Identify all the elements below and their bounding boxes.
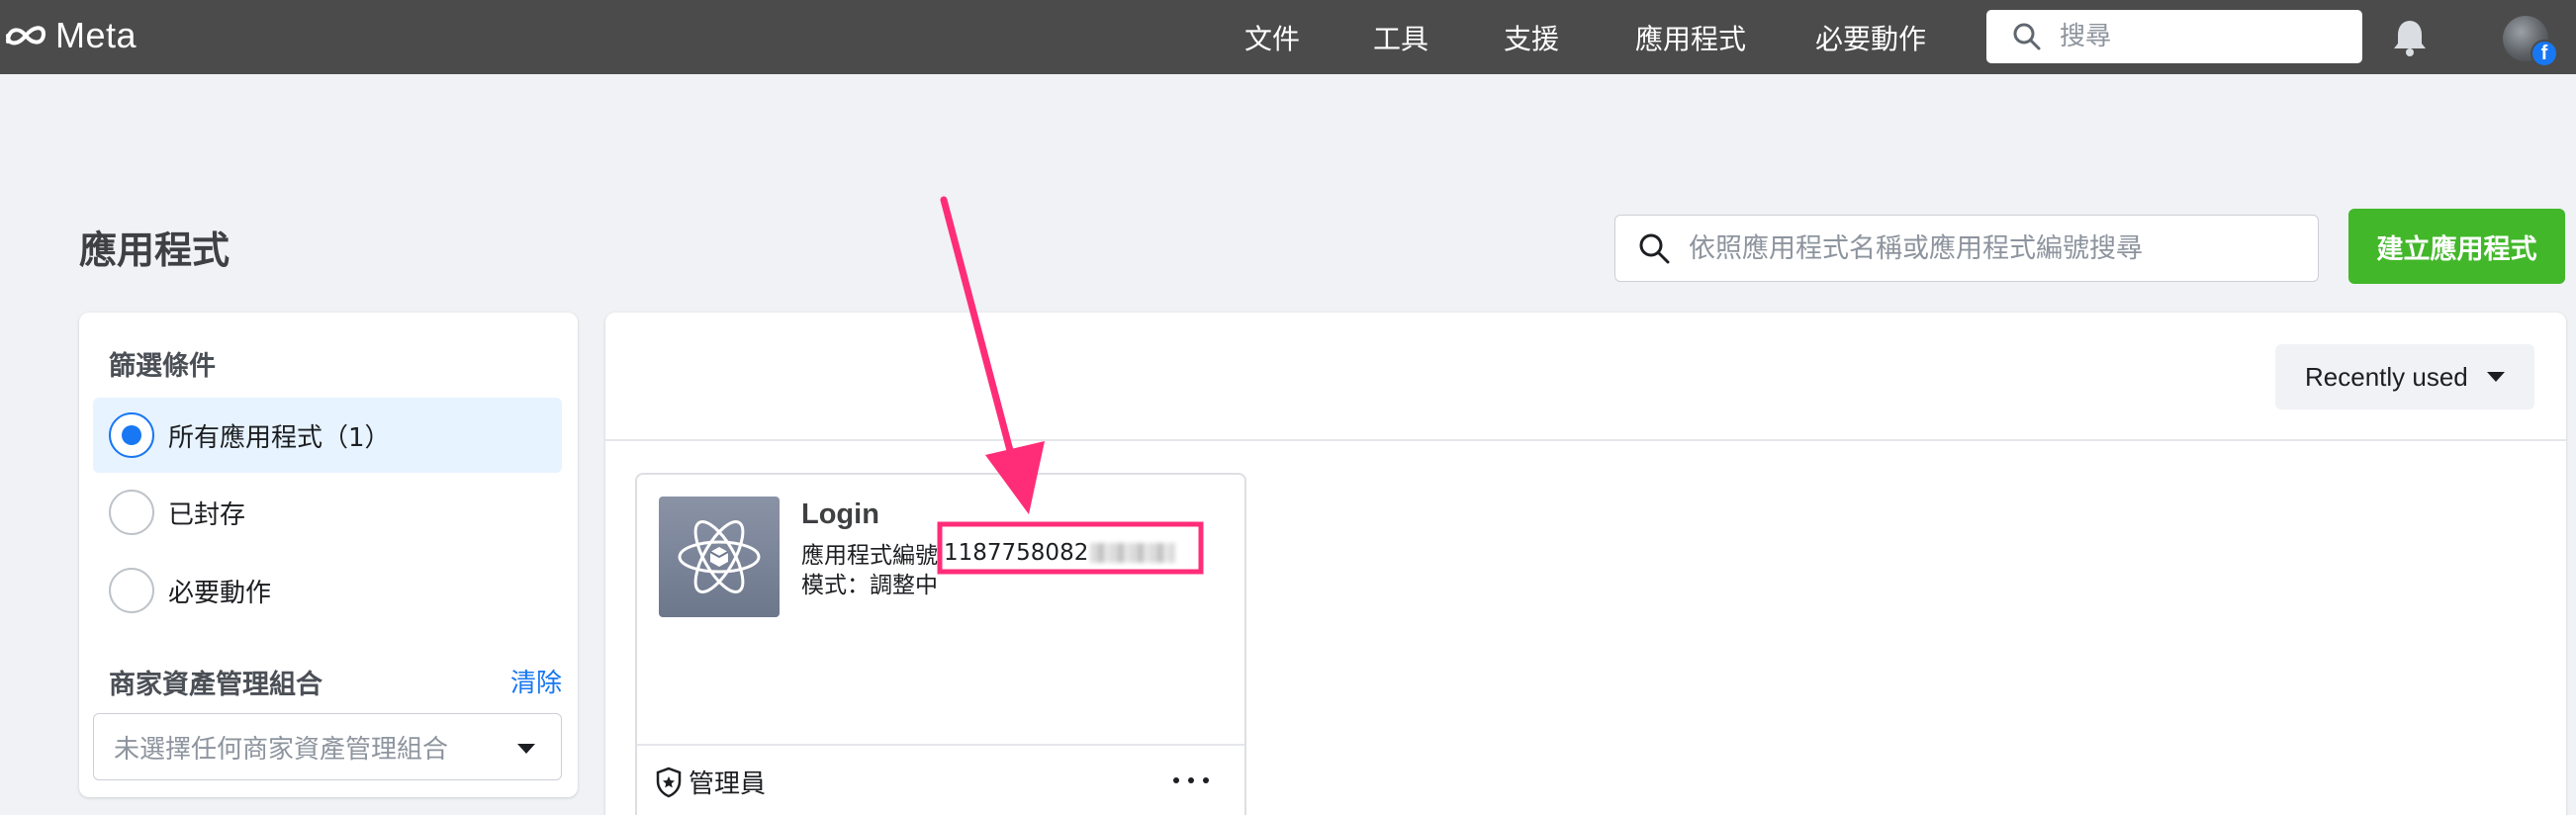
filter-option-label: 必要動作 [168,578,272,608]
filter-title: 篩選條件 [109,351,216,382]
clear-filter-link[interactable]: 清除 [510,663,562,699]
app-search-box[interactable] [1614,215,2319,282]
radio-selected-icon[interactable] [109,412,154,458]
facebook-badge-icon: f [2530,40,2558,67]
nav-link-support[interactable]: 支援 [1504,18,1559,57]
app-name[interactable]: Login [801,498,879,531]
search-icon [1639,233,1670,264]
meta-infinity-icon [6,26,46,45]
sort-label: Recently used [2305,361,2468,392]
divider [605,439,2566,441]
filter-option-all-apps[interactable]: 所有應用程式（1） [93,398,562,473]
filter-panel: 篩選條件 所有應用程式（1） 已封存 必要動作 商家資產管理組合 清除 未選擇任… [79,313,578,797]
radio-unselected-icon[interactable] [109,568,154,613]
app-search-input[interactable] [1689,232,2302,264]
nav-link-required-actions[interactable]: 必要動作 [1815,18,1926,57]
apps-panel: Recently used Login 應用程式編號 1187758082 模式… [605,313,2566,815]
filter-option-archived[interactable]: 已封存 [93,475,562,550]
bell-icon[interactable] [2392,18,2428,57]
logo-text: Meta [55,15,138,55]
more-icon[interactable] [1173,768,1209,793]
app-mode: 模式：調整中 [801,573,938,598]
meta-logo[interactable]: Meta [4,14,137,57]
create-app-button[interactable]: 建立應用程式 [2348,209,2565,284]
business-portfolio-title: 商家資產管理組合 [109,670,322,700]
radio-unselected-icon[interactable] [109,490,154,535]
top-search-box[interactable] [1986,10,2362,63]
app-id-label: 應用程式編號 [801,543,938,569]
search-icon [2013,23,2041,50]
filter-option-label: 所有應用程式（1） [168,422,391,453]
caret-down-icon [517,744,535,754]
role-label: 管理員 [689,770,767,799]
business-select-placeholder: 未選擇任何商家資產管理組合 [114,734,449,765]
app-id-value: 1187758082 [944,540,1089,566]
nav-link-docs[interactable]: 文件 [1244,18,1300,57]
app-card[interactable]: Login 應用程式編號 1187758082 模式：調整中 管理員 [635,473,1246,815]
filter-option-required-actions[interactable]: 必要動作 [93,553,562,628]
top-search-input[interactable] [2060,22,2337,51]
app-icon[interactable] [659,497,780,617]
avatar[interactable]: f [2503,16,2558,67]
filter-option-label: 已封存 [168,499,246,530]
app-role: 管理員 [655,764,766,800]
redacted-id-blur [1090,543,1176,563]
page-title: 應用程式 [79,228,230,272]
nav-link-tools[interactable]: 工具 [1373,18,1428,57]
business-portfolio-select[interactable]: 未選擇任何商家資產管理組合 [93,713,562,780]
divider [637,744,1244,746]
atom-icon [678,520,761,593]
caret-down-icon [2487,372,2505,382]
sort-dropdown[interactable]: Recently used [2275,344,2534,409]
app-id-row: 應用程式編號 1187758082 [801,536,1176,570]
shield-icon [656,767,682,797]
nav-link-apps[interactable]: 應用程式 [1635,18,1746,57]
top-nav: Meta 文件 工具 支援 應用程式 必要動作 f [0,0,2576,74]
